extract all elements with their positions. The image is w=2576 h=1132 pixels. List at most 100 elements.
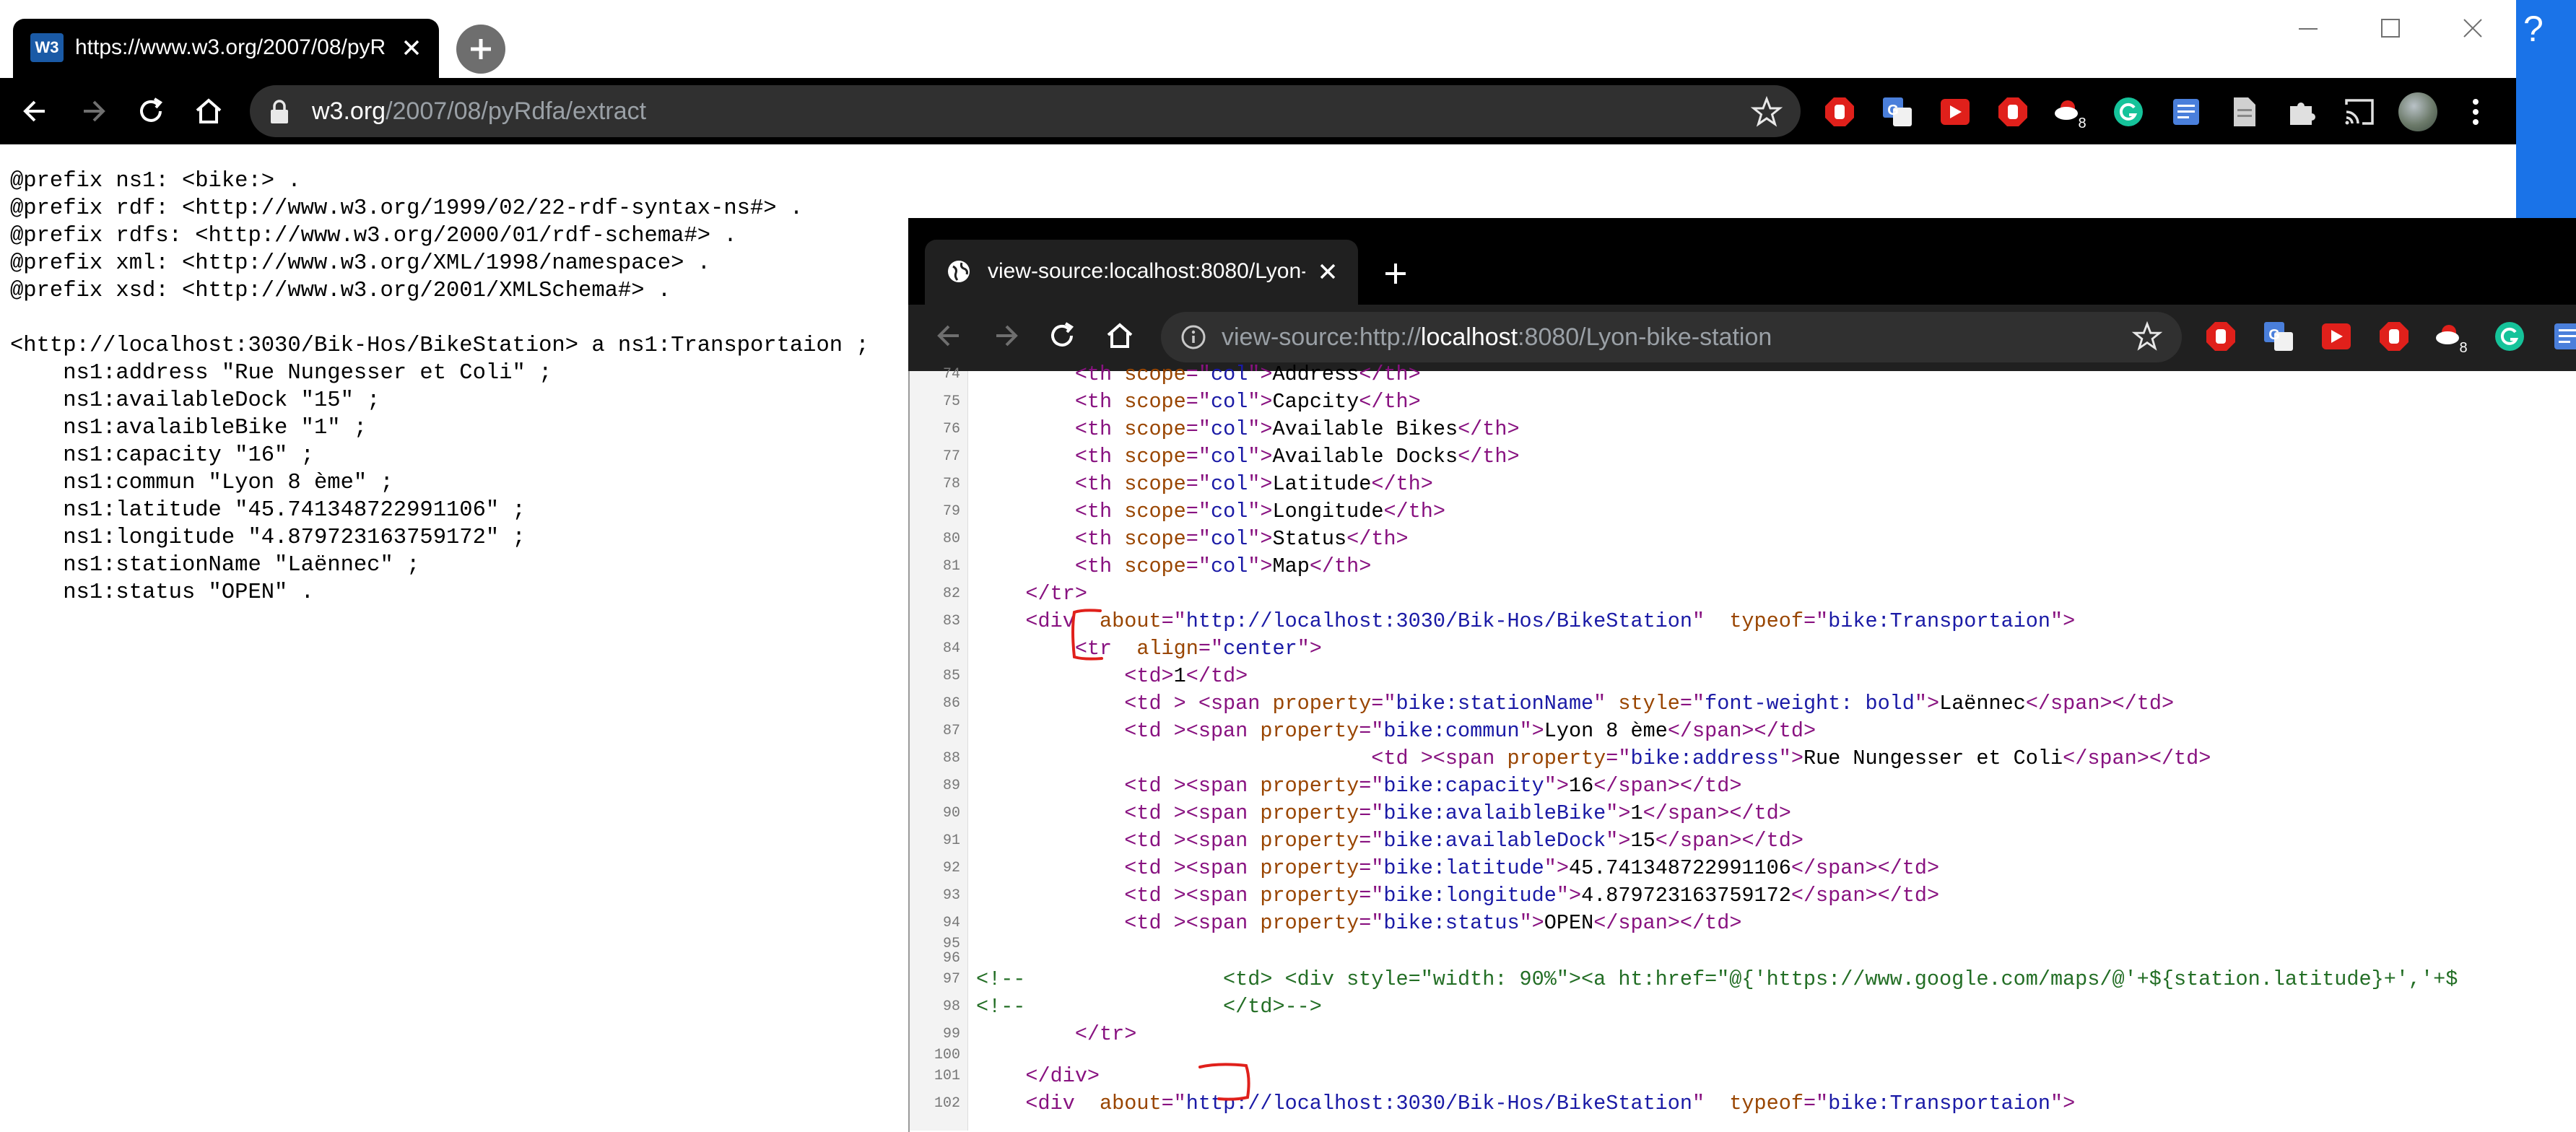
code-token: Map: [1272, 554, 1310, 578]
google-translate-icon[interactable]: G: [1880, 95, 1915, 129]
code-token: property: [1507, 746, 1606, 770]
source-code: <td ><span property="bike:status">OPEN</…: [976, 910, 1741, 937]
weather-icon[interactable]: 8: [2053, 95, 2088, 129]
bookmark-star-icon[interactable]: [2131, 321, 2163, 352]
adblock-icon[interactable]: [1822, 95, 1857, 129]
bookmark-star-icon[interactable]: [1750, 95, 1783, 129]
profile-avatar[interactable]: [2398, 92, 2437, 131]
lock-icon[interactable]: [269, 99, 290, 125]
source-code: <td ><span property="bike:longitude">4.8…: [976, 882, 1939, 910]
w3c-favicon-icon: W3: [30, 33, 64, 62]
code-token: col: [1210, 445, 1248, 469]
code-token: <td ><span: [1124, 911, 1261, 935]
red-bracket-annotation: [1197, 1061, 1255, 1105]
code-token: ": [1692, 1092, 1730, 1115]
help-icon[interactable]: ?: [2523, 7, 2552, 51]
code-token: =": [1185, 362, 1211, 386]
cast-icon[interactable]: [2342, 95, 2377, 129]
rdf-output-line: @prefix rdf: <http://www.w3.org/1999/02/…: [10, 196, 804, 221]
google-translate-icon[interactable]: G: [2261, 319, 2296, 354]
info-icon[interactable]: [1180, 323, 1207, 351]
line-number: 75: [942, 393, 960, 410]
close-tab-icon[interactable]: [1313, 256, 1343, 287]
docs-icon[interactable]: [2550, 319, 2576, 354]
close-tab-icon[interactable]: [397, 32, 426, 64]
maximize-window-icon[interactable]: [2372, 10, 2409, 46]
code-token: Rue Nungesser et Coli: [1803, 746, 2063, 770]
code-token: =": [1359, 884, 1384, 907]
url-text[interactable]: w3.org/2007/08/pyRdfa/extract: [312, 90, 646, 133]
code-token: col: [1210, 362, 1248, 386]
code-token: scope: [1124, 527, 1186, 551]
code-token: 1: [1630, 801, 1643, 825]
code-token: 45.741348722991106: [1568, 856, 1791, 880]
new-tab-button[interactable]: [456, 25, 505, 74]
svg-text:8: 8: [2078, 116, 2086, 129]
code-token: <!-- <td> <div style="width: 90%"><a ht:…: [976, 967, 2458, 991]
code-token: scope: [1124, 362, 1186, 386]
code-token: scope: [1124, 472, 1186, 496]
source-code: <th scope="col">Address</th>: [976, 361, 1421, 388]
close-window-icon[interactable]: [2455, 10, 2491, 46]
home-icon[interactable]: [1097, 313, 1142, 358]
source-code: <td ><span property="bike:latitude">45.7…: [976, 855, 1939, 882]
code-token: </th>: [1458, 445, 1520, 469]
line-number: 93: [942, 887, 960, 904]
rdf-output-line: ns1:longitude "4.879723163759172" ;: [10, 526, 526, 550]
code-token: ">: [1519, 911, 1544, 935]
reload-icon[interactable]: [1040, 313, 1084, 358]
code-token: </span></td>: [1667, 719, 1816, 743]
adblock-icon[interactable]: [2203, 319, 2238, 354]
video-download-icon[interactable]: [2319, 319, 2354, 354]
code-token: </tr>: [1025, 582, 1087, 606]
source-line: 88 <td ><span property="bike:address">Ru…: [910, 745, 2576, 772]
source-line: 79 <th scope="col">Longitude</th>: [910, 498, 2576, 526]
more-menu-icon[interactable]: [2465, 92, 2486, 131]
url-text[interactable]: view-source:http://localhost:8080/Lyon-b…: [1222, 316, 1772, 358]
code-token: col: [1210, 417, 1248, 441]
video-download-icon[interactable]: [1938, 95, 1972, 129]
code-token: </span></td>: [2063, 746, 2211, 770]
rdf-output-line: ns1:capacity "16" ;: [10, 443, 314, 468]
forward-arrow-icon[interactable]: [983, 313, 1028, 358]
back-arrow-icon[interactable]: [13, 89, 58, 134]
home-icon[interactable]: [186, 89, 231, 134]
code-token: bike:longitude: [1383, 884, 1557, 907]
source-code: <div about="http://localhost:3030/Bik-Ho…: [976, 1090, 2075, 1118]
rdf-output-line: ns1:status "OPEN" .: [10, 580, 314, 605]
code-token: =": [1606, 746, 1631, 770]
source-line: 90 <td ><span property="bike:avalaibleBi…: [910, 800, 2576, 827]
code-token: property: [1260, 829, 1359, 853]
code-token: scope: [1124, 554, 1186, 578]
back-arrow-icon[interactable]: [927, 313, 972, 358]
minimize-window-icon[interactable]: [2290, 10, 2326, 46]
source-code: <!-- </td>-->: [976, 993, 1322, 1021]
code-token: bike:stationName: [1396, 692, 1594, 715]
code-token: </tr>: [1074, 1022, 1137, 1046]
reload-icon[interactable]: [129, 89, 173, 134]
stop-hand-icon[interactable]: [2377, 319, 2411, 354]
grammarly-icon[interactable]: [2111, 95, 2146, 129]
docs-icon[interactable]: [2169, 95, 2203, 129]
code-token: <td ><span: [1124, 774, 1261, 798]
forward-arrow-icon[interactable]: [71, 89, 116, 134]
document-icon[interactable]: [2227, 95, 2261, 129]
line-number: 85: [942, 668, 960, 684]
code-token: property: [1260, 774, 1359, 798]
source-line: 76 <th scope="col">Available Bikes</th>: [910, 416, 2576, 443]
new-tab-button[interactable]: [1378, 256, 1414, 292]
source-line: 75 <th scope="col">Capcity</th>: [910, 388, 2576, 416]
grammarly-icon[interactable]: [2492, 319, 2527, 354]
code-token: bike:Transportaion: [1828, 609, 2051, 633]
stop-hand-icon[interactable]: [1996, 95, 2030, 129]
weather-icon[interactable]: 8: [2434, 319, 2469, 354]
puzzle-icon[interactable]: [2284, 95, 2319, 129]
code-token: =": [1161, 609, 1186, 633]
source-line: 93 <td ><span property="bike:longitude">…: [910, 882, 2576, 910]
